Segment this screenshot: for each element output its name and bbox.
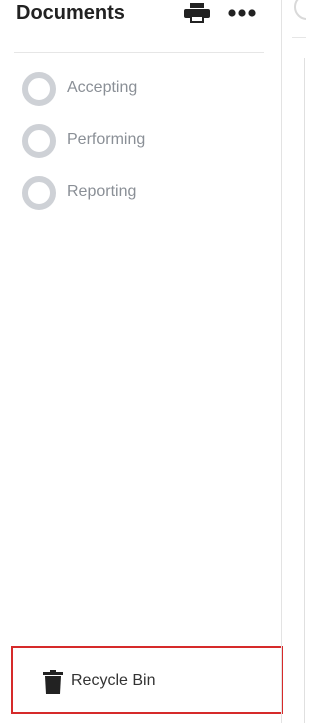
status-circle-icon [22,72,56,106]
status-label: Performing [67,131,146,148]
status-item-performing[interactable]: Performing [0,122,281,174]
documents-sidebar: Documents Accepting Performing Reporting… [0,0,283,723]
status-list: Accepting Performing Reporting [0,70,281,226]
status-item-reporting[interactable]: Reporting [0,174,281,226]
main-panel-edge [304,58,306,723]
recycle-bin-label: Recycle Bin [71,672,156,689]
panel-edge-divider [292,37,306,38]
status-label: Reporting [67,183,137,200]
recycle-bin-button[interactable]: Recycle Bin [11,646,283,714]
status-item-accepting[interactable]: Accepting [0,70,281,122]
status-label: Accepting [67,79,138,96]
trash-icon [43,670,63,694]
page-title: Documents [16,2,125,24]
sidebar-divider [281,0,282,723]
print-icon[interactable] [184,3,210,23]
more-horizontal-icon[interactable] [228,6,256,20]
app-page: Documents Accepting Performing Reporting… [0,0,306,723]
header-divider [14,52,264,53]
panel-edge-circle [294,0,306,20]
status-circle-icon [22,176,56,210]
status-circle-icon [22,124,56,158]
